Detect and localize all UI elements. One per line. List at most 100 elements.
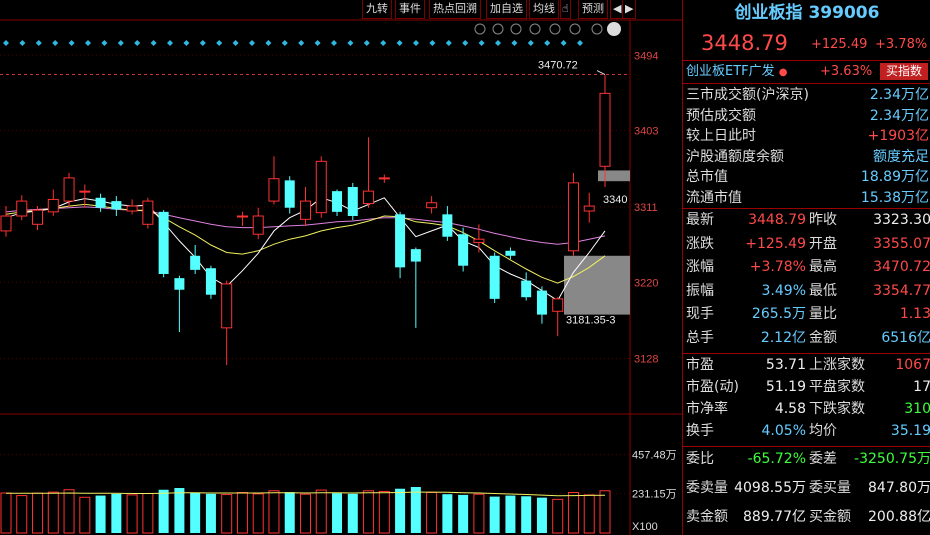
event-marker-icon[interactable] (117, 40, 124, 46)
event-marker-icon[interactable] (281, 40, 288, 46)
candle-body[interactable] (16, 200, 28, 217)
event-marker-icon[interactable] (183, 40, 190, 46)
volume-bar[interactable] (536, 497, 547, 533)
candle-body[interactable] (126, 205, 138, 212)
volume-bar[interactable] (552, 498, 564, 534)
event-marker-icon[interactable] (396, 40, 403, 46)
volume-bar[interactable] (142, 493, 154, 534)
hand-icon[interactable]: ☝ (560, 0, 571, 19)
candle-body[interactable] (79, 190, 91, 193)
candle-body[interactable] (252, 215, 264, 235)
event-marker-icon[interactable] (101, 40, 108, 46)
candle-body[interactable] (442, 214, 453, 237)
volume-bar[interactable] (126, 494, 138, 534)
candle-body[interactable] (426, 202, 438, 209)
event-marker-icon[interactable] (52, 40, 59, 46)
volume-bar[interactable] (284, 492, 295, 533)
event-marker-icon[interactable] (199, 40, 206, 46)
candle-body[interactable] (268, 178, 280, 202)
volume-bar[interactable] (347, 493, 358, 533)
predict-button[interactable]: 预测 (578, 0, 608, 19)
etf-link[interactable]: 创业板ETF广发 ● (686, 62, 788, 82)
close-circle-icon[interactable] (607, 22, 621, 36)
candle-body[interactable] (47, 198, 59, 213)
volume-bar[interactable] (268, 490, 280, 534)
volume-bar[interactable] (79, 496, 91, 534)
volume-bar[interactable] (221, 494, 233, 534)
candle-body[interactable] (236, 215, 248, 218)
event-marker-icon[interactable] (511, 40, 518, 46)
candle-body[interactable] (158, 211, 169, 274)
next-arrow-icon[interactable]: ▶ (622, 0, 637, 19)
candle-body[interactable] (536, 290, 547, 315)
volume-bar[interactable] (442, 494, 453, 533)
event-marker-icon[interactable] (134, 40, 141, 46)
volume-bar[interactable] (505, 495, 516, 533)
volume-bar[interactable] (458, 494, 469, 533)
candle-body[interactable] (583, 205, 595, 212)
event-marker-icon[interactable] (527, 40, 534, 46)
event-marker-icon[interactable] (265, 40, 272, 46)
event-marker-icon[interactable] (167, 40, 173, 46)
eye-icon[interactable] (510, 23, 522, 35)
event-marker-icon[interactable] (445, 40, 452, 46)
candle-body[interactable] (521, 280, 532, 298)
candle-body[interactable] (205, 268, 216, 295)
gear-icon[interactable] (474, 23, 486, 35)
event-marker-icon[interactable] (462, 40, 469, 46)
volume-bar[interactable] (174, 488, 185, 533)
calendar-icon[interactable] (529, 23, 541, 35)
event-marker-icon[interactable] (150, 40, 157, 46)
event-marker-icon[interactable] (429, 40, 436, 46)
volume-bar[interactable] (32, 492, 44, 534)
kline-chart-area[interactable]: 3494 3403 3311 3220 3128 3470.72 3340 3181.35-3… (0, 0, 682, 535)
event-marker-icon[interactable] (85, 40, 91, 46)
plus-circle-icon[interactable] (591, 23, 603, 35)
etf-name[interactable]: 创业板ETF广发 (686, 64, 775, 79)
volume-bar[interactable] (332, 493, 343, 533)
candle-body[interactable] (363, 190, 375, 205)
volume-bar[interactable] (521, 496, 532, 533)
volume-bar[interactable] (473, 493, 485, 534)
candle-body[interactable] (63, 177, 75, 202)
candle-body[interactable] (284, 180, 295, 208)
volume-bar[interactable] (236, 491, 248, 534)
event-marker-icon[interactable] (314, 40, 321, 46)
candle-body[interactable] (395, 214, 406, 268)
event-marker-icon[interactable] (19, 40, 26, 46)
event-marker-icon[interactable] (249, 40, 255, 46)
candle-body[interactable] (95, 197, 106, 208)
volume-bar[interactable] (363, 490, 375, 534)
candle-body[interactable] (174, 278, 185, 290)
candle-body[interactable] (111, 201, 122, 210)
event-marker-icon[interactable] (3, 40, 9, 46)
event-marker-icon[interactable] (380, 40, 387, 46)
event-marker-icon[interactable] (216, 40, 223, 46)
events-button[interactable]: 事件 (395, 0, 425, 19)
event-marker-icon[interactable] (560, 40, 567, 46)
event-marker-icon[interactable] (331, 40, 337, 46)
event-marker-icon[interactable] (495, 40, 501, 46)
volume-bar[interactable] (489, 496, 500, 533)
volume-bar[interactable] (63, 489, 75, 534)
candle-body[interactable] (142, 200, 154, 225)
volume-bar[interactable] (16, 495, 28, 534)
hand-icon[interactable] (549, 23, 561, 35)
volume-bar[interactable] (95, 495, 106, 533)
volume-bar[interactable] (583, 494, 595, 534)
volume-bar[interactable] (567, 491, 579, 534)
candle-body[interactable] (552, 298, 564, 312)
candle-body[interactable] (315, 160, 327, 214)
hot-replay-button[interactable]: 热点回溯 (429, 0, 481, 19)
kline-chart-svg[interactable]: 3494 3403 3311 3220 3128 3470.72 3340 3181.35-3… (0, 0, 682, 535)
volume-bar[interactable] (190, 492, 201, 533)
event-marker-icon[interactable] (35, 40, 42, 46)
event-marker-icon[interactable] (347, 40, 354, 46)
candle-body[interactable] (458, 234, 469, 266)
volume-bar[interactable] (0, 492, 12, 534)
candle-body[interactable] (221, 283, 233, 329)
candle-body[interactable] (32, 209, 44, 225)
volume-bar[interactable] (378, 490, 390, 534)
volume-bar[interactable] (315, 489, 327, 534)
candle-body[interactable] (378, 177, 390, 180)
